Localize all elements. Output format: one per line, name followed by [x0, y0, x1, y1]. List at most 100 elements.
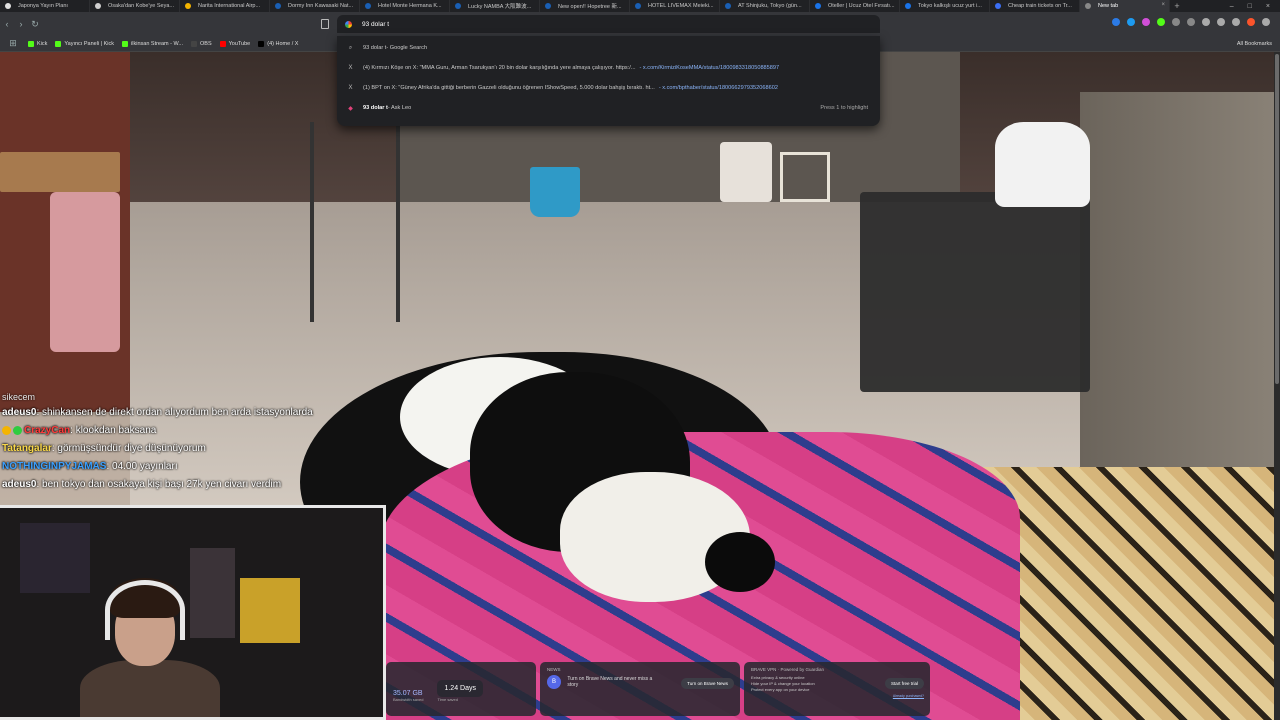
browser-tab[interactable]: New open!! Hopetree 新... — [540, 0, 630, 12]
brave-logo-icon: B — [547, 675, 561, 689]
extension-icon[interactable] — [1142, 18, 1150, 26]
browser-tab[interactable]: AT Shinjuku, Tokyo (gün... — [720, 0, 810, 12]
suggestion-text: 93 dolar t — [363, 45, 387, 51]
chat-message: CrazyCan: klookdan baksana — [2, 422, 382, 440]
extension-icon[interactable] — [1187, 18, 1195, 26]
bookmark-label: (4) Home / X — [267, 40, 299, 47]
tab-favicon-icon — [275, 3, 281, 9]
start-trial-button[interactable]: Start free trial — [884, 678, 924, 689]
stats-widget: 35.07 GB Bandwidth saved 1.24 Days Time sav… — [386, 662, 536, 716]
chat-username[interactable]: adeus0 — [2, 479, 36, 490]
clothes-rack — [310, 122, 400, 322]
browser-tab[interactable]: Osaka'dan Kobe'ye Seya... — [90, 0, 180, 12]
scrollbar[interactable] — [1274, 52, 1280, 720]
browser-tab[interactable]: Cheap train tickets on Tr... — [990, 0, 1080, 12]
vpn-powered: Powered by Guardian — [780, 667, 824, 672]
screen: Japonya Yayın Planı Osaka'dan Kobe'ye Sey… — [0, 0, 1280, 720]
extension-icon[interactable] — [1112, 18, 1120, 26]
chat-message: Tatangalar: görmüşsündür diye düşünüyoru… — [2, 440, 382, 458]
browser-tab[interactable]: Oteller | Ucuz Otel Fırsatı... — [810, 0, 900, 12]
tab-favicon-icon — [635, 3, 641, 9]
close-tab-icon[interactable]: × — [1161, 2, 1165, 8]
browser-tab[interactable]: Lucky NAMBA 大阪難波... — [450, 0, 540, 12]
suggestion-row[interactable]: X (4) Kırmızı Köşe on X: "MMA Guru, Arman… — [337, 58, 880, 78]
suggestion-text: (1) BPT on X: "Güney Afrika'da gittiği b… — [363, 85, 655, 91]
suggestion-row[interactable]: ⌕ 93 dolar t - Google Search — [337, 38, 880, 58]
shelf — [0, 152, 120, 192]
plastic-bag — [995, 122, 1090, 207]
bookmark-item[interactable]: Kick — [28, 40, 47, 47]
tab-favicon-icon — [995, 3, 1001, 9]
x-logo-icon: X — [348, 65, 353, 71]
tab-title: New open!! Hopetree 新... — [558, 4, 622, 10]
forward-icon[interactable]: › — [14, 19, 28, 29]
bookmark-label: ilkinsan Stream - W... — [131, 40, 183, 47]
suggestion-row[interactable]: ◆ 93 dolar t - Ask Leo Press 1 to highligh… — [337, 98, 880, 118]
all-bookmarks-button[interactable]: All Bookmarks — [1237, 41, 1272, 47]
window-controls: – □ × — [1230, 3, 1280, 10]
bookmark-item[interactable]: OBS — [191, 40, 212, 47]
close-window-icon[interactable]: × — [1266, 3, 1270, 10]
chat-title: sikecem — [2, 392, 36, 402]
extension-icon[interactable] — [1127, 18, 1135, 26]
apps-icon[interactable]: ⊞ — [6, 38, 20, 49]
browser-tab[interactable]: Tokyo kalkışlı ucuz yurt i... — [900, 0, 990, 12]
tab-title: AT Shinjuku, Tokyo (gün... — [738, 3, 802, 9]
tab-title: Oteller | Ucuz Otel Fırsatı... — [828, 3, 895, 9]
address-bar[interactable] — [337, 15, 880, 33]
extension-icon[interactable] — [1157, 18, 1165, 26]
chat-text: : klookdan baksana — [70, 425, 157, 436]
scrollbar-thumb[interactable] — [1275, 54, 1279, 384]
bookmark-item[interactable]: (4) Home / X — [258, 40, 299, 47]
reload-icon[interactable]: ↻ — [28, 19, 42, 30]
suggestion-row[interactable]: X (1) BPT on X: "Güney Afrika'da gittiği … — [337, 78, 880, 98]
tab-favicon-icon — [1085, 3, 1091, 9]
bookmark-item[interactable]: YouTube — [219, 40, 250, 47]
bookmark-item[interactable]: ilkinsan Stream - W... — [122, 40, 183, 47]
new-tab-icon[interactable]: + — [1170, 1, 1184, 11]
already-purchased-link[interactable]: Already purchased? — [893, 694, 924, 698]
address-input[interactable] — [362, 20, 762, 28]
bookmark-label: Yayıncı Paneli | Kick — [64, 40, 115, 47]
bookmark-favicon-icon — [191, 40, 197, 47]
bookmark-favicon-icon — [122, 40, 129, 47]
leo-icon: ◆ — [348, 105, 353, 112]
browser-tab[interactable]: Dormy Inn Kawasaki Nat... — [270, 0, 360, 12]
tab-favicon-icon — [905, 3, 911, 9]
wallet-icon[interactable] — [1232, 18, 1240, 26]
google-icon — [345, 20, 352, 28]
chat-username[interactable]: CrazyCan — [24, 425, 70, 436]
browser-tab[interactable]: Hotel Monte Hermana K... — [360, 0, 450, 12]
browser-tab[interactable]: Narita International Airp... — [180, 0, 270, 12]
brave-shield-icon[interactable] — [1247, 18, 1255, 26]
tab-favicon-icon — [5, 3, 11, 9]
back-icon[interactable]: ‹ — [0, 19, 14, 29]
chat-username[interactable]: adeus0 — [2, 407, 36, 418]
chat-username[interactable]: Tatangalar — [2, 443, 52, 454]
webcam-overlay — [0, 505, 386, 720]
sidebar-icon[interactable] — [1217, 18, 1225, 26]
music-icon[interactable] — [1202, 18, 1210, 26]
tab-title: Cheap train tickets on Tr... — [1008, 3, 1072, 9]
maximize-icon[interactable]: □ — [1248, 3, 1252, 10]
extension-icon[interactable] — [1172, 18, 1180, 26]
suggestion-text: (4) Kırmızı Köşe on X: "MMA Guru, Arman … — [363, 65, 636, 71]
turn-on-news-button[interactable]: Turn on Brave News — [681, 678, 734, 689]
menu-icon[interactable] — [1262, 18, 1270, 26]
bookmark-icon[interactable] — [321, 19, 329, 29]
tab-favicon-icon — [185, 3, 191, 9]
tab-title: Narita International Airp... — [198, 3, 261, 9]
chat-text: : ben tokyo dan osakaya kişi başı 27k ye… — [36, 479, 282, 490]
chair — [860, 192, 1090, 392]
stat-label: Bandwidth saved — [393, 697, 424, 702]
minimize-icon[interactable]: – — [1230, 3, 1234, 10]
suggestion-hint: Press 1 to highlight — [820, 105, 868, 111]
tab-favicon-icon — [545, 3, 551, 9]
browser-tab[interactable]: New tab × — [1080, 0, 1170, 12]
stat-unit: GB — [412, 690, 423, 697]
bookmark-item[interactable]: Yayıncı Paneli | Kick — [55, 40, 115, 47]
browser-tab[interactable]: HOTEL LIVEMAX Meieki... — [630, 0, 720, 12]
chat-username[interactable]: NOTHINGINPYJAMAS — [2, 461, 106, 472]
newtab-widgets: 35.07 GB Bandwidth saved 1.24 Days Time sav… — [386, 662, 932, 716]
browser-tab[interactable]: Japonya Yayın Planı — [0, 0, 90, 12]
